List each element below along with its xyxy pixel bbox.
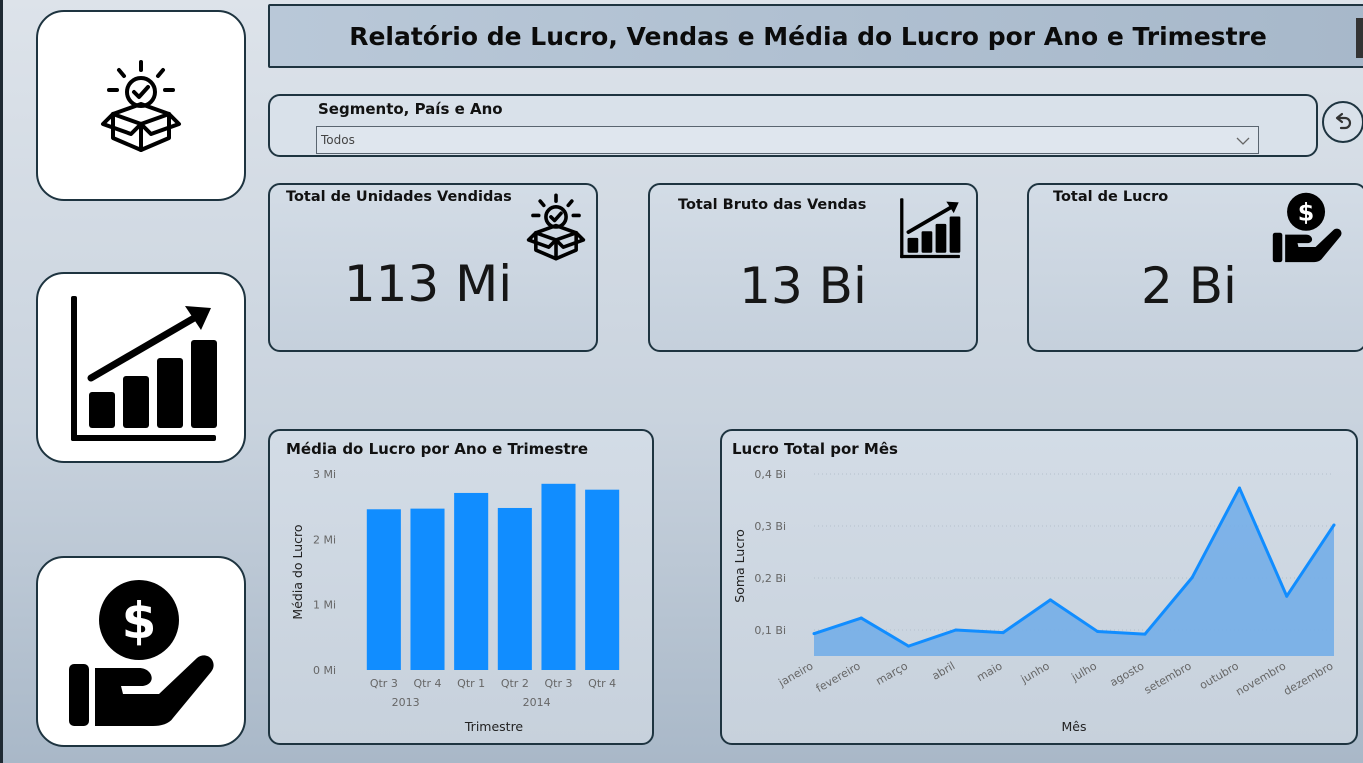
y-tick-label: 0,3 Bi (754, 520, 786, 533)
x-tick-label: Qtr 4 (588, 677, 616, 690)
kpi-card-profit: Total de Lucro 2 Bi $ (1027, 183, 1363, 352)
monthly-profit-chart-card: Lucro Total por Mês 0,1 Bi 0,2 Bi 0,3 Bi 0,… (720, 429, 1358, 745)
side-tile-sales[interactable] (36, 272, 246, 463)
x-tick-label: Qtr 3 (370, 677, 398, 690)
x-axis-title: Trimestre (464, 719, 524, 734)
box-check-icon (101, 59, 181, 152)
data-point (1143, 632, 1147, 636)
slicer-dropdown[interactable]: Todos (316, 126, 1259, 154)
x-axis-title: Mês (1062, 719, 1087, 734)
chevron-down-icon (1228, 131, 1258, 150)
kpi-title: Total de Unidades Vendidas (286, 189, 512, 205)
data-point (812, 632, 816, 636)
x-tick-label: Qtr 1 (457, 677, 485, 690)
y-tick-label: 1 Mi (313, 599, 336, 612)
undo-arrow-icon (1335, 112, 1352, 130)
kpi-title: Total de Lucro (1053, 189, 1169, 205)
data-point (1096, 630, 1100, 634)
x-tick-label: Qtr 3 (545, 677, 573, 690)
area-chart[interactable]: 0,1 Bi 0,2 Bi 0,3 Bi 0,4 Bi janeirofevereiro… (722, 431, 1360, 747)
data-point (1001, 631, 1005, 635)
data-point (859, 616, 863, 620)
bar-chart-growth-icon (900, 198, 961, 259)
y-tick-label: 0,1 Bi (754, 624, 786, 637)
data-point (1237, 486, 1241, 490)
y-tick-label: 0 Mi (313, 664, 336, 677)
kpi-card-units: Total de Unidades Vendidas 113 Mi (268, 183, 598, 352)
x-tick-label: setembro (1142, 659, 1194, 697)
dollar-hand-icon: $ (69, 579, 214, 726)
x-tick-label: dezembro (1281, 659, 1335, 698)
data-point (954, 628, 958, 632)
x-tick-label: agosto (1108, 659, 1147, 689)
bar-chart[interactable]: 0 Mi 1 Mi 2 Mi 3 Mi Qtr 3 Qtr 4 Qtr 1 Qtr 2 Qtr … (270, 431, 656, 747)
reset-filter-button[interactable] (1322, 101, 1363, 143)
report-title-bar: Relatório de Lucro, Vendas e Média do Lu… (268, 4, 1363, 68)
svg-text:$: $ (122, 592, 157, 650)
x-tick-label: novembro (1234, 659, 1289, 698)
x-tick-label: Qtr 2 (501, 677, 529, 690)
y-axis-title: Soma Lucro (732, 529, 747, 602)
avg-profit-chart-card: Média do Lucro por Ano e Trimestre 0 Mi 1… (268, 429, 654, 745)
box-check-icon (526, 193, 586, 261)
kpi-value: 2 Bi (1141, 257, 1237, 315)
bar (497, 507, 532, 670)
bar (585, 489, 620, 670)
x-group-label: 2013 (392, 696, 420, 709)
svg-text:$: $ (1298, 198, 1315, 226)
y-tick-label: 0,4 Bi (754, 468, 786, 481)
bar-chart-growth-icon (71, 295, 217, 441)
bar (366, 509, 401, 670)
title-bar-handle (1356, 18, 1363, 58)
slicer-value: Todos (321, 133, 355, 147)
x-tick-label: janeiro (776, 659, 816, 690)
data-point (1190, 575, 1194, 579)
data-point (1332, 523, 1336, 527)
bar (541, 483, 576, 670)
x-tick-label: julho (1069, 659, 1100, 684)
bar (454, 492, 489, 670)
side-tile-units[interactable] (36, 10, 246, 201)
x-tick-label: fevereiro (814, 659, 863, 695)
x-group-label: 2014 (523, 696, 551, 709)
data-point (1285, 594, 1289, 598)
x-tick-label: abril (930, 659, 958, 682)
area-fill (814, 488, 1334, 656)
data-point (907, 644, 911, 648)
kpi-value: 13 Bi (739, 257, 867, 315)
kpi-title: Total Bruto das Vendas (678, 197, 867, 213)
y-axis-title: Média do Lucro (290, 524, 305, 619)
window-edge (0, 0, 3, 763)
page-title: Relatório de Lucro, Vendas e Média do Lu… (349, 21, 1267, 51)
kpi-card-sales: Total Bruto das Vendas 13 Bi (648, 183, 978, 352)
slicer-label: Segmento, País e Ano (318, 100, 503, 118)
segment-country-year-slicer: Segmento, País e Ano Todos (268, 94, 1318, 157)
y-tick-label: 0,2 Bi (754, 572, 786, 585)
x-tick-label: junho (1018, 659, 1052, 686)
y-tick-label: 2 Mi (313, 533, 336, 546)
y-tick-label: 3 Mi (313, 468, 336, 481)
data-point (1048, 598, 1052, 602)
side-tile-profit[interactable]: $ (36, 556, 246, 747)
x-tick-label: março (874, 659, 911, 688)
dollar-hand-icon: $ (1272, 192, 1342, 263)
x-tick-label: Qtr 4 (414, 677, 442, 690)
x-tick-label: maio (974, 659, 1004, 684)
bar (410, 508, 445, 670)
